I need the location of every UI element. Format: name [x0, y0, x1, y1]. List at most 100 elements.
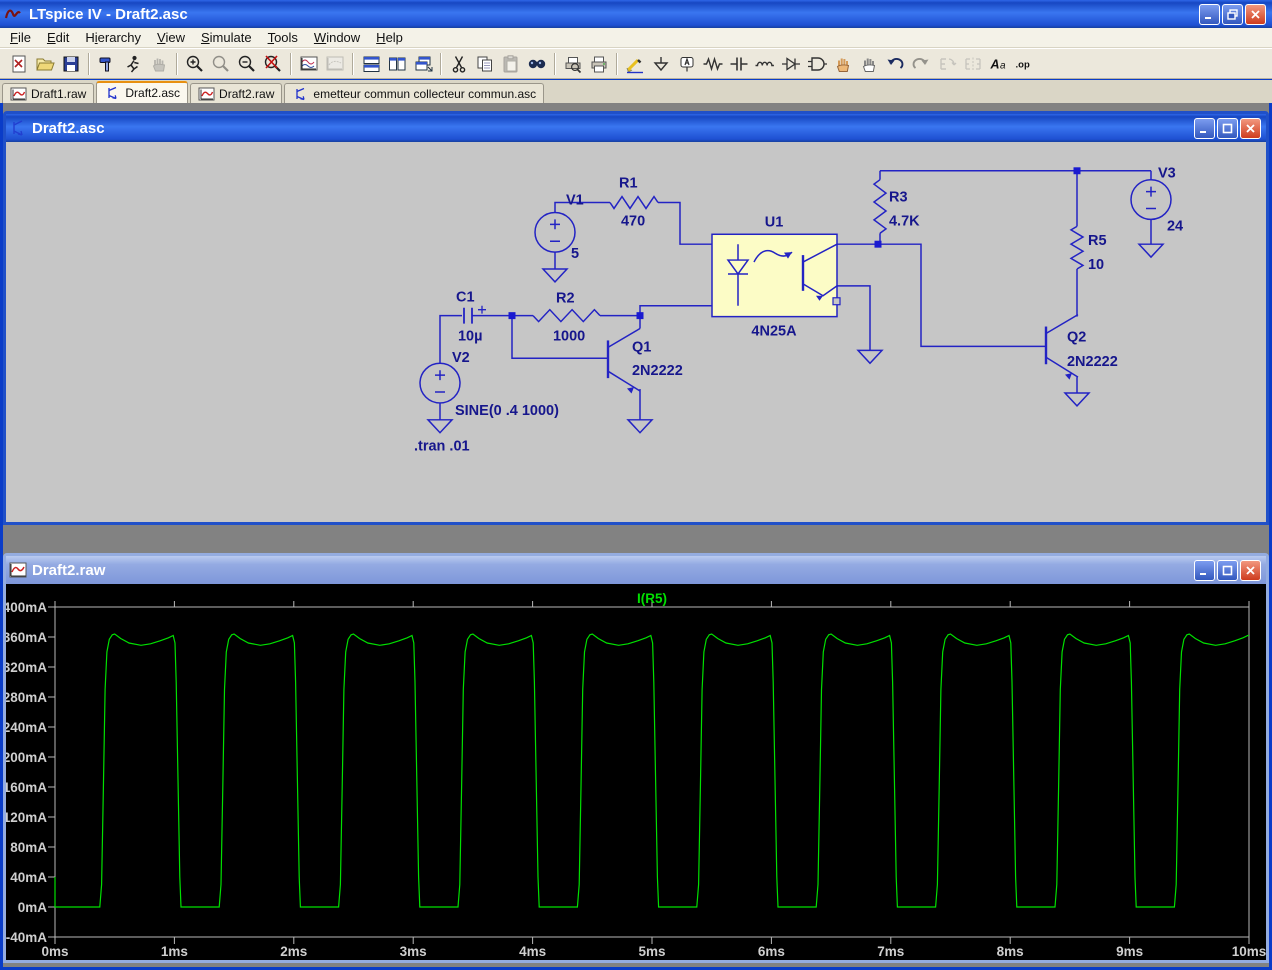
- copy-button[interactable]: [472, 51, 498, 76]
- tab-draft2-asc[interactable]: Draft2.asc: [96, 81, 189, 103]
- schematic-maximize-button[interactable]: [1217, 117, 1238, 139]
- component-label[interactable]: Q2: [1067, 329, 1086, 345]
- waveform-maximize-button[interactable]: [1217, 559, 1238, 581]
- zoom-out-button[interactable]: [234, 51, 260, 76]
- resistor-R3[interactable]: [872, 179, 888, 234]
- new-schematic-button[interactable]: [6, 51, 32, 76]
- find-button[interactable]: [524, 51, 550, 76]
- restore-button[interactable]: [1222, 3, 1243, 25]
- autorange-y-button[interactable]: [296, 51, 322, 76]
- component-label[interactable]: 10µ: [458, 328, 482, 344]
- component-label[interactable]: 4.7K: [889, 213, 920, 229]
- ground-symbol[interactable]: [426, 419, 454, 434]
- component-label[interactable]: 5: [571, 246, 579, 262]
- tab-emetteur-commun-collecteur-commun-asc[interactable]: emetteur commun collecteur commun.asc: [284, 83, 545, 103]
- menu-simulate[interactable]: Simulate: [193, 29, 260, 46]
- open-file-button[interactable]: [32, 51, 58, 76]
- save-button[interactable]: [58, 51, 84, 76]
- drag-button[interactable]: [856, 51, 882, 76]
- ground-symbol[interactable]: [541, 268, 569, 283]
- component-label[interactable]: R5: [1088, 233, 1107, 249]
- inductor-button[interactable]: [752, 51, 778, 76]
- minimize-button[interactable]: [1199, 3, 1220, 25]
- menu-edit[interactable]: Edit: [39, 29, 77, 46]
- ground-symbol[interactable]: [1137, 243, 1165, 259]
- component-label[interactable]: .tran .01: [414, 439, 470, 455]
- current-trace-IR5[interactable]: [54, 633, 1249, 908]
- optocoupler-U1[interactable]: [711, 233, 841, 318]
- component-label[interactable]: C1: [456, 290, 475, 306]
- schematic-minimize-button[interactable]: [1194, 117, 1215, 139]
- main-title-bar[interactable]: LTspice IV - Draft2.asc: [0, 0, 1272, 28]
- capacitor-button[interactable]: [726, 51, 752, 76]
- component-label[interactable]: R2: [556, 291, 575, 307]
- text-button[interactable]: Aa: [986, 51, 1012, 76]
- tab-draft1-raw[interactable]: Draft1.raw: [2, 83, 95, 103]
- tile-vertical-button[interactable]: [384, 51, 410, 76]
- wire-button[interactable]: [622, 51, 648, 76]
- close-button[interactable]: [1245, 3, 1266, 25]
- schematic-window-title-bar[interactable]: Draft2.asc: [6, 114, 1266, 142]
- waveform-plot: 400mA 360mA 320mA 280mA 240mA 200mA 160mA 120mA…: [3, 591, 1267, 959]
- trace-legend[interactable]: I(R5): [637, 591, 667, 606]
- voltage-source-V1[interactable]: [534, 211, 576, 253]
- menu-hierarchy[interactable]: Hierarchy: [77, 29, 149, 46]
- tile-horizontal-button[interactable]: [358, 51, 384, 76]
- menu-view[interactable]: View: [149, 29, 193, 46]
- net-label-button[interactable]: [674, 51, 700, 76]
- component-label[interactable]: 10: [1088, 257, 1104, 273]
- component-label[interactable]: Q1: [632, 339, 651, 355]
- resistor-R2[interactable]: [532, 308, 601, 323]
- component-label[interactable]: 4N25A: [751, 324, 797, 340]
- diode-button[interactable]: [778, 51, 804, 76]
- ground-symbol[interactable]: [626, 419, 654, 434]
- menu-tools[interactable]: Tools: [260, 29, 306, 46]
- undo-button[interactable]: [882, 51, 908, 76]
- run-button[interactable]: [120, 51, 146, 76]
- ground-button[interactable]: [648, 51, 674, 76]
- control-panel-button[interactable]: [94, 51, 120, 76]
- resistor-R1[interactable]: [609, 195, 659, 210]
- component-label[interactable]: R1: [619, 176, 638, 192]
- menu-window[interactable]: Window: [306, 29, 368, 46]
- schematic-close-button[interactable]: [1240, 117, 1261, 139]
- transistor-Q1[interactable]: [606, 327, 641, 394]
- ground-symbol[interactable]: [1063, 392, 1091, 408]
- zoom-in-button[interactable]: [182, 51, 208, 76]
- menu-file[interactable]: File: [2, 29, 39, 46]
- waveform-window-title-bar[interactable]: Draft2.raw: [6, 556, 1266, 584]
- component-label[interactable]: SINE(0 .4 1000): [455, 403, 559, 419]
- component-label[interactable]: 2N2222: [632, 363, 683, 379]
- print-preview-button[interactable]: [560, 51, 586, 76]
- capacitor-icon: [730, 57, 748, 70]
- component-button[interactable]: [804, 51, 830, 76]
- cut-button[interactable]: [446, 51, 472, 76]
- menu-help[interactable]: Help: [368, 29, 411, 46]
- print-button[interactable]: [586, 51, 612, 76]
- ground-icon: [653, 56, 669, 71]
- component-label[interactable]: V2: [452, 350, 470, 366]
- cascade-button[interactable]: [410, 51, 436, 76]
- component-label[interactable]: 1000: [553, 328, 585, 344]
- voltage-source-V2[interactable]: [419, 362, 461, 404]
- resistor-R5[interactable]: [1069, 225, 1085, 270]
- component-label[interactable]: 470: [621, 213, 645, 229]
- component-label[interactable]: 24: [1167, 218, 1183, 234]
- tab-draft2-raw[interactable]: Draft2.raw: [190, 83, 283, 103]
- component-label[interactable]: 2N2222: [1067, 354, 1118, 370]
- waveform-plot-area[interactable]: 400mA 360mA 320mA 280mA 240mA 200mA 160mA 120mA…: [3, 584, 1267, 960]
- waveform-close-button[interactable]: [1240, 559, 1261, 581]
- spice-directive-button[interactable]: .op: [1012, 51, 1038, 76]
- voltage-source-V3[interactable]: [1130, 178, 1172, 221]
- component-label[interactable]: R3: [889, 190, 908, 206]
- move-button[interactable]: [830, 51, 856, 76]
- capacitor-C1[interactable]: [463, 305, 486, 324]
- component-label[interactable]: U1: [765, 214, 784, 230]
- resistor-button[interactable]: [700, 51, 726, 76]
- component-label[interactable]: V3: [1158, 166, 1176, 182]
- ground-symbol[interactable]: [856, 349, 884, 365]
- waveform-minimize-button[interactable]: [1194, 559, 1215, 581]
- schematic-canvas[interactable]: V1 R1 470 5 U1 4N25A C1 10µ V2 SINE(0 .4 1000) R2 1…: [6, 142, 1266, 522]
- zoom-full-extents-button[interactable]: [260, 51, 286, 76]
- component-label[interactable]: V1: [566, 193, 584, 209]
